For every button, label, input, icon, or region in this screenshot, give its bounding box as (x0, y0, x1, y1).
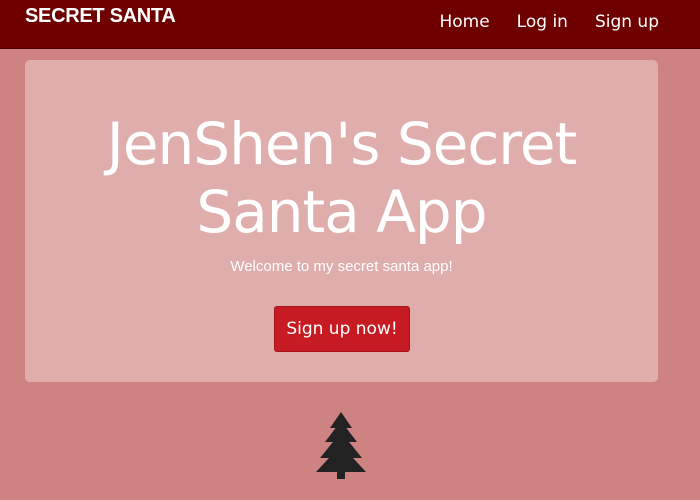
christmas-tree-icon (316, 412, 366, 479)
nav-links: Home Log in Sign up (439, 12, 659, 32)
hero-title-line-1: JenShen's Secret (106, 110, 578, 178)
sign-up-now-button[interactable]: Sign up now! (274, 306, 410, 352)
nav-link-home[interactable]: Home (439, 12, 489, 32)
nav-link-login[interactable]: Log in (517, 12, 568, 32)
hero-subtitle: Welcome to my secret santa app! (230, 258, 453, 275)
brand-logo-link[interactable]: SECRET SANTA (25, 5, 176, 28)
hero-jumbotron: JenShen's Secret Santa App Welcome to my… (25, 60, 658, 382)
nav-link-signup[interactable]: Sign up (595, 12, 659, 32)
hero-title: JenShen's Secret Santa App (25, 110, 658, 246)
navbar: SECRET SANTA Home Log in Sign up (0, 0, 700, 49)
hero-title-line-2: Santa App (196, 178, 487, 246)
